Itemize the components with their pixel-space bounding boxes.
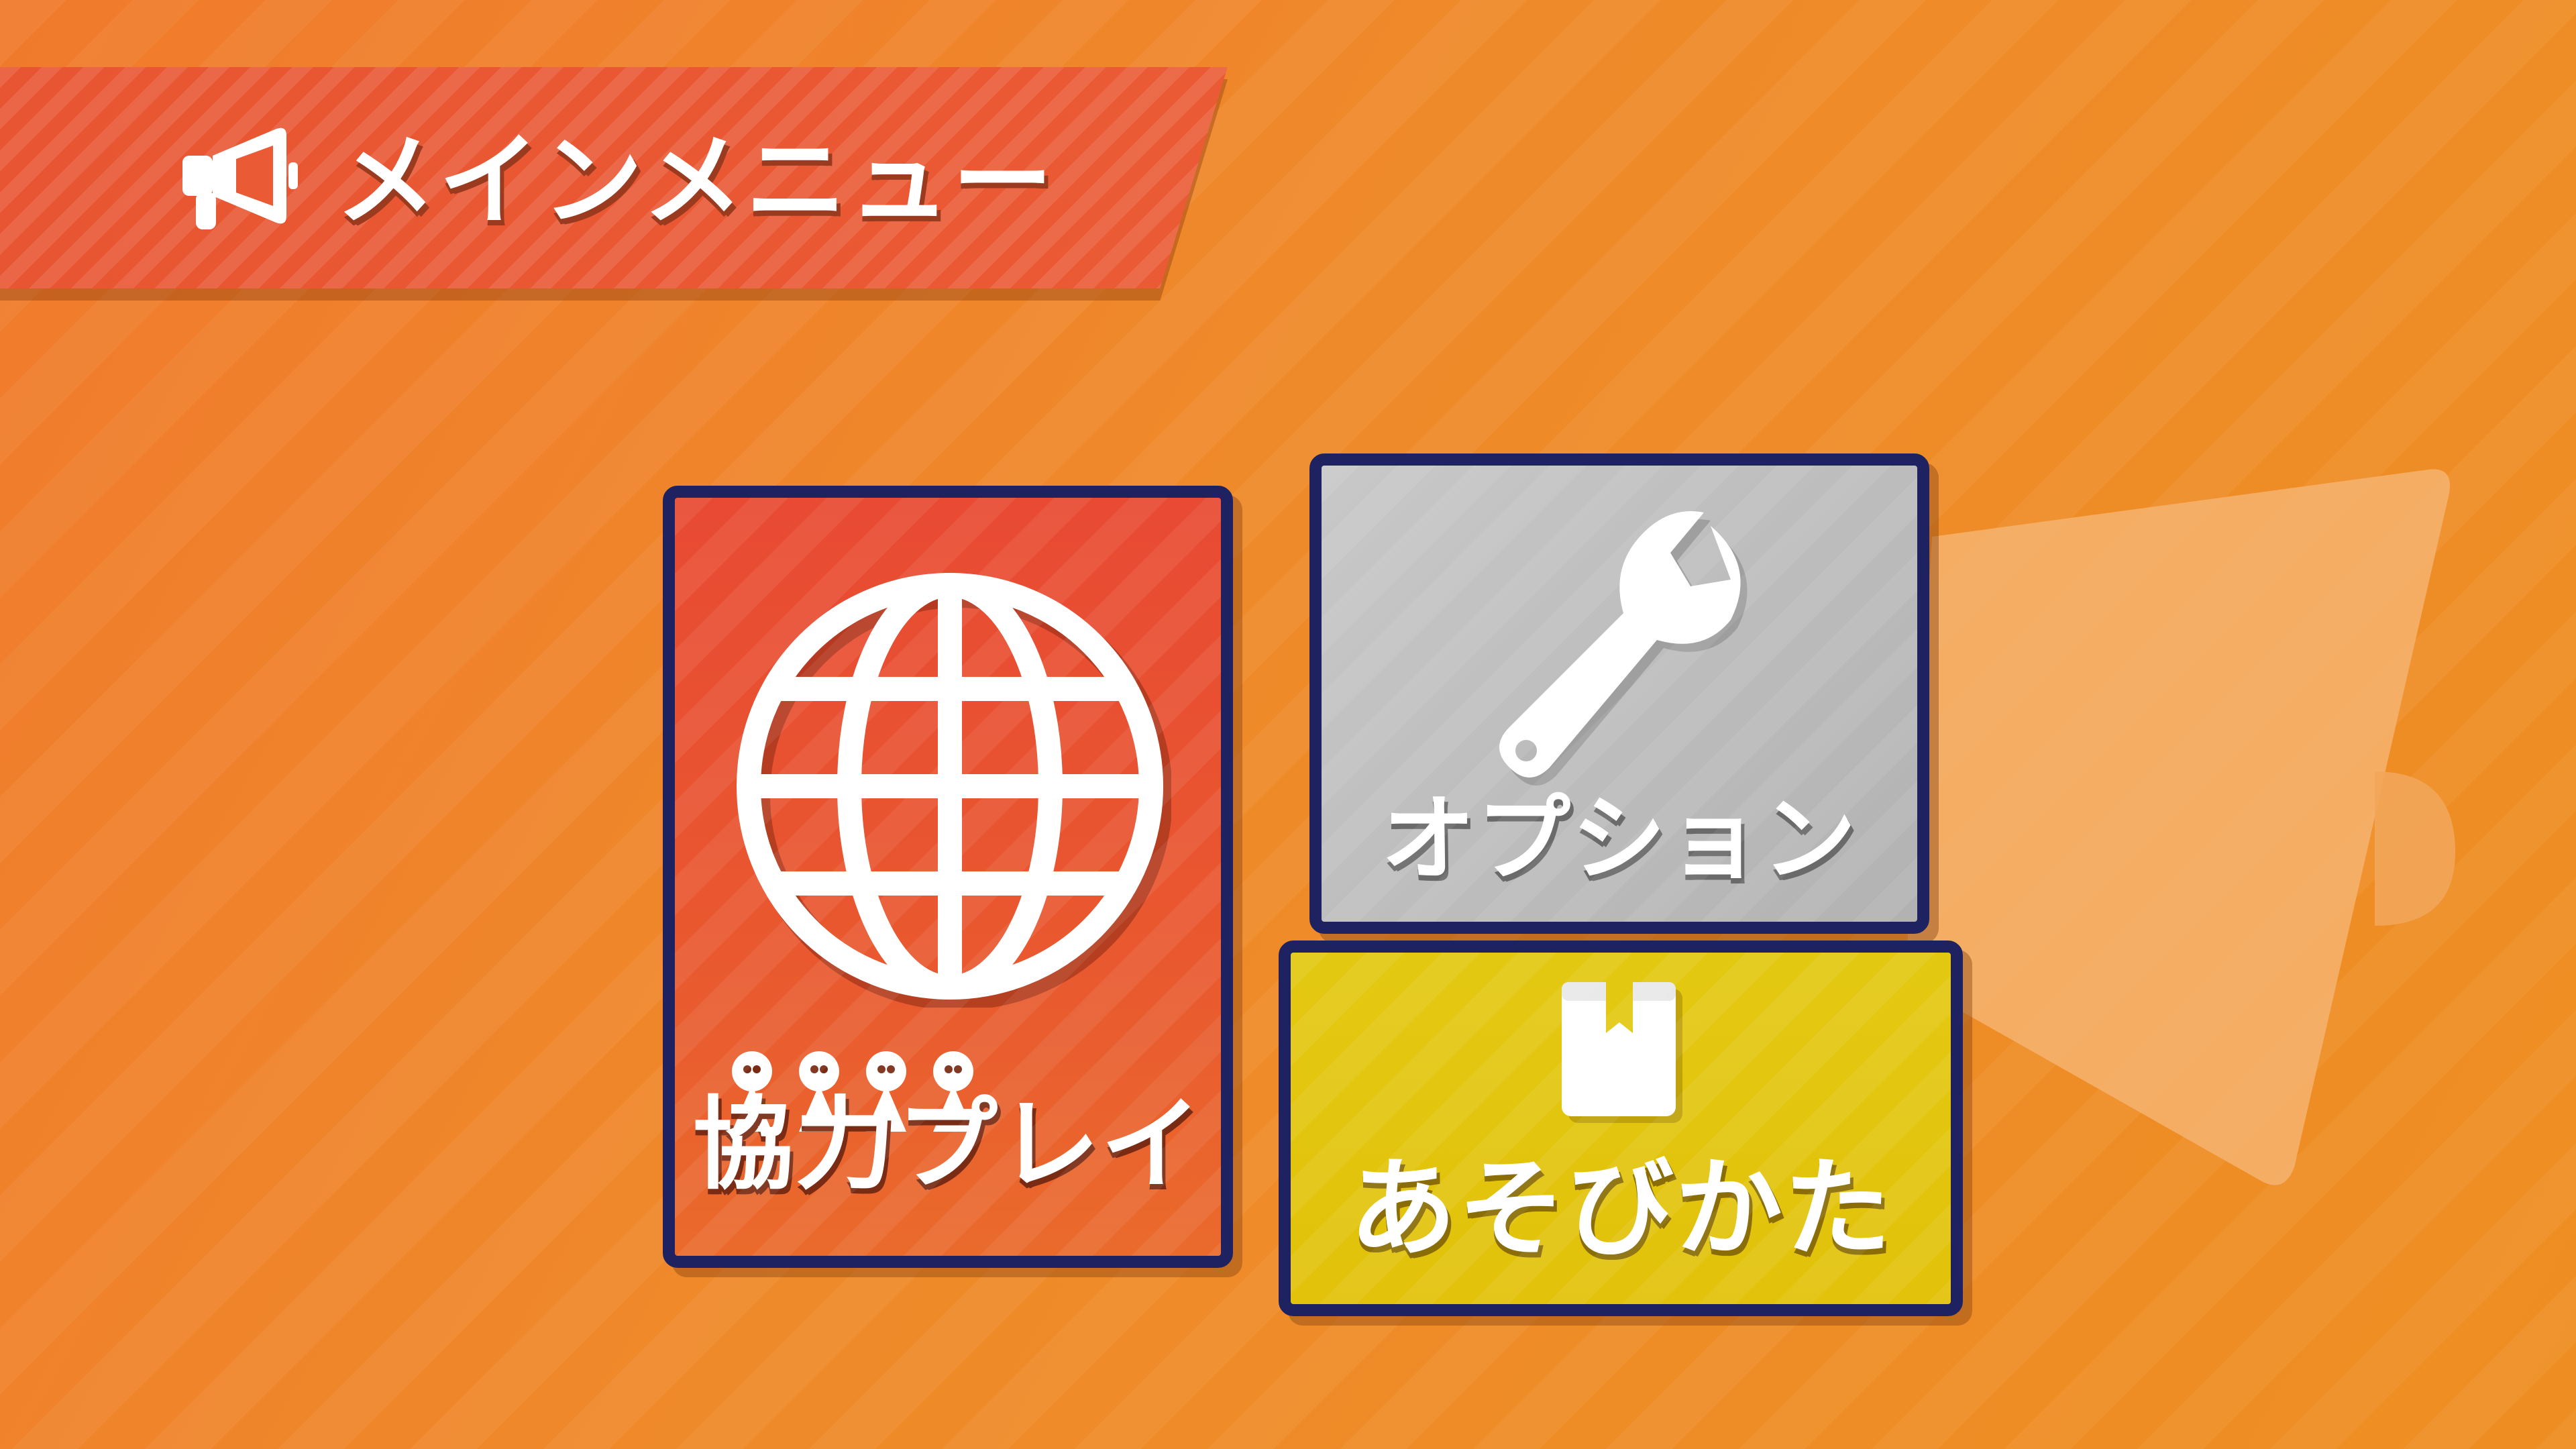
how-to-play-label: あそびかた: [1348, 1146, 1892, 1271]
megaphone-decoration-icon: [1905, 469, 2455, 1185]
options-label: オプション: [1381, 785, 1858, 894]
wrench-icon: [1499, 511, 1748, 786]
globe-icon: [737, 573, 1171, 1008]
how-to-play-button[interactable]: あそびかた: [1279, 941, 1963, 1316]
page-title: メインメニュー: [335, 123, 1056, 239]
book-icon: [1562, 982, 1682, 1123]
megaphone-icon: [182, 127, 298, 229]
options-button[interactable]: オプション: [1309, 453, 1929, 934]
coop-play-button[interactable]: 協力プレイ: [663, 486, 1233, 1268]
coop-play-label: 協力プレイ: [692, 1087, 1203, 1203]
